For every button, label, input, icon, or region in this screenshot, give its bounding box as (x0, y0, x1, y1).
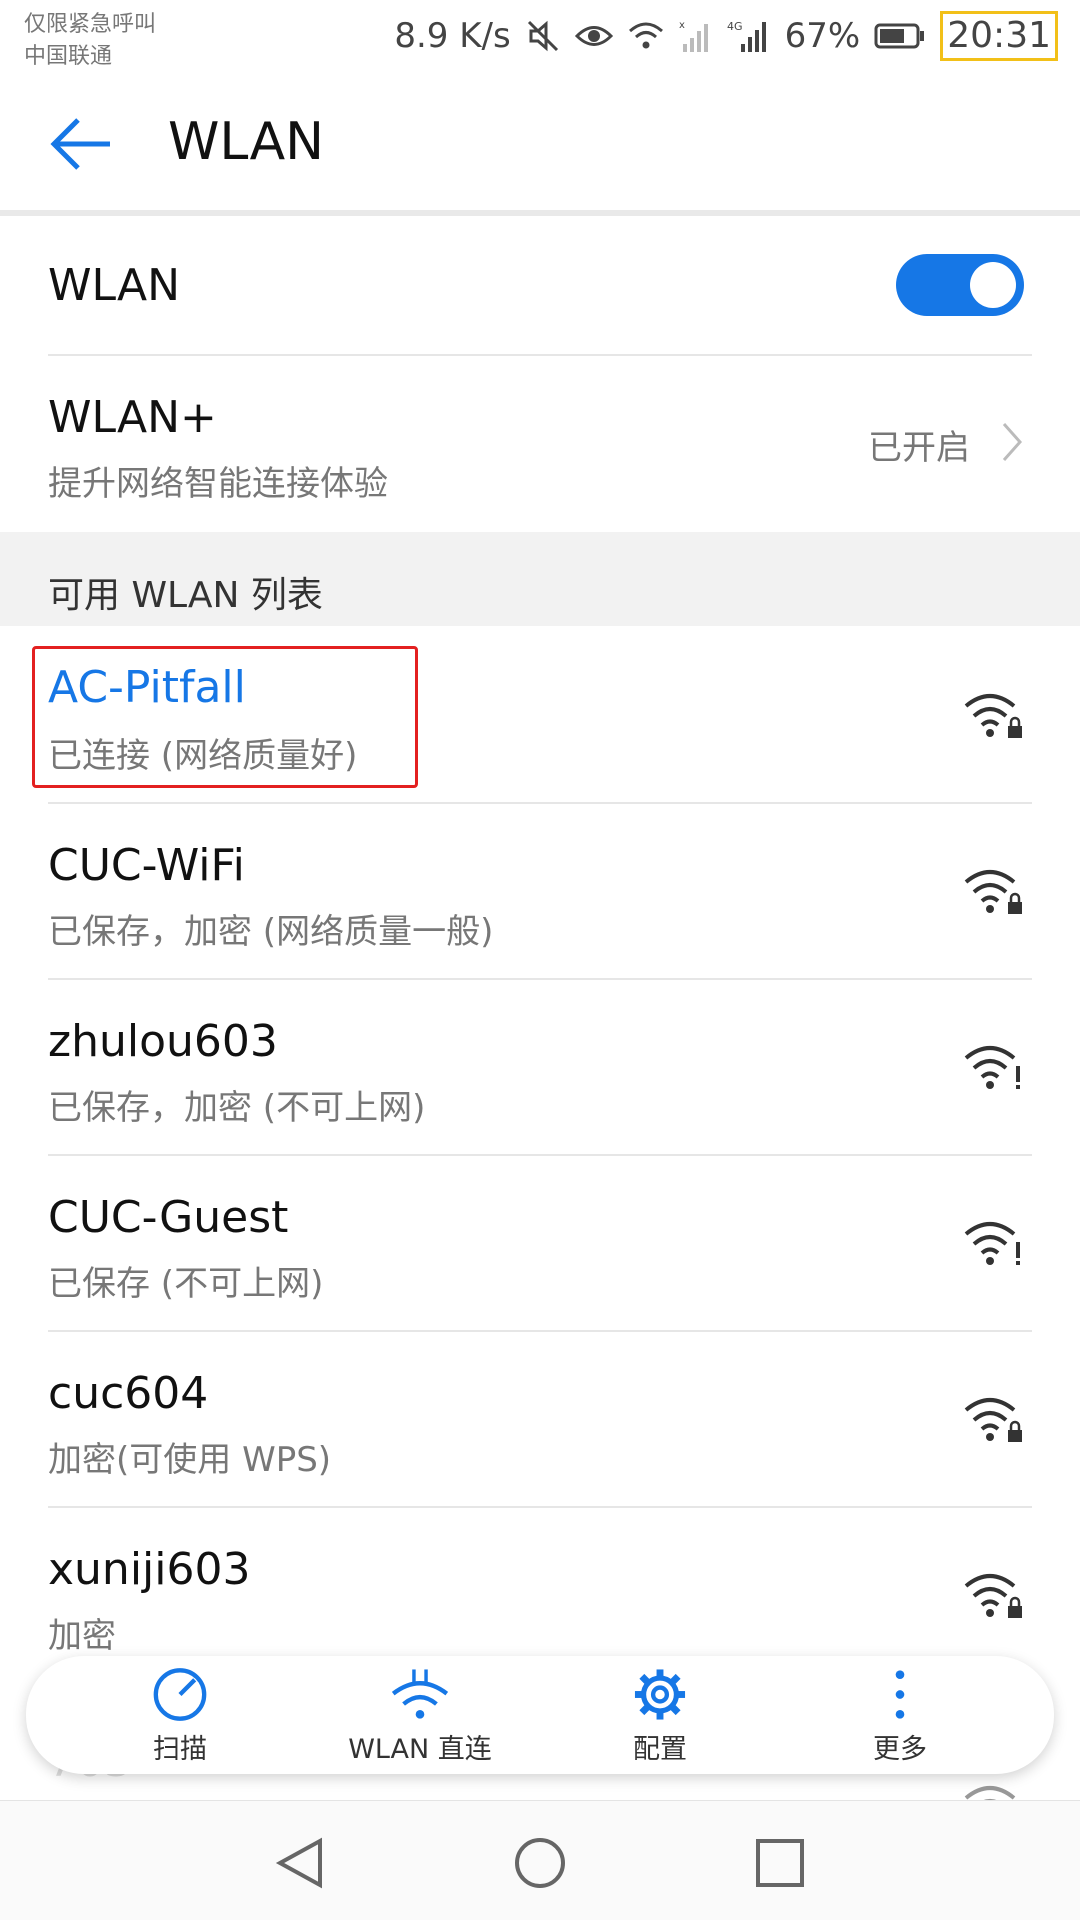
app-bar: WLAN (0, 72, 1080, 212)
network-item[interactable]: CUC-WiFi 已保存，加密 (网络质量一般) (0, 804, 1080, 978)
wlan-switch[interactable] (896, 254, 1024, 316)
switch-knob (970, 262, 1016, 308)
more-button[interactable]: 更多 (800, 1666, 1000, 1766)
network-type-label: 4G (727, 20, 743, 33)
wifi-lock-icon (962, 1568, 1026, 1622)
network-name: xuniji603 (48, 1544, 251, 1595)
square-recents-icon (756, 1839, 804, 1887)
scan-icon (153, 1668, 207, 1721)
more-vertical-icon (895, 1670, 905, 1719)
config-button[interactable]: 配置 (560, 1666, 760, 1766)
battery-percent: 67% (784, 16, 861, 56)
eye-comfort-icon (574, 21, 613, 51)
wlan-plus-subtitle: 提升网络智能连接体验 (48, 464, 388, 504)
wlan-plus-status: 已开启 (868, 428, 970, 468)
clock-time: 20:31 (940, 11, 1058, 61)
gear-icon (634, 1669, 686, 1720)
network-item[interactable]: cuc604 加密(可使用 WPS) (0, 1332, 1080, 1506)
carrier-emergency-text: 仅限紧急呼叫 (24, 12, 157, 37)
scan-label: 扫描 (153, 1734, 207, 1765)
wifi-lock-icon (962, 864, 1026, 918)
network-list: AC-Pitfall 已连接 (网络质量好) CUC-WiFi 已保存，加密 (… (0, 626, 1080, 1844)
wlan-direct-label: WLAN 直连 (348, 1734, 492, 1765)
network-item[interactable]: CUC-Guest 已保存 (不可上网) (0, 1156, 1080, 1330)
network-status: 已保存，加密 (网络质量一般) (48, 912, 494, 952)
bottom-toolbar: 扫描 WLAN 直连 配置 更多 (26, 1656, 1054, 1774)
svg-text:x: x (679, 20, 685, 31)
wifi-lock-icon (962, 1392, 1026, 1446)
battery-icon (874, 22, 926, 50)
network-name: CUC-Guest (48, 1192, 289, 1243)
wlan-toggle-label: WLAN (48, 260, 181, 311)
network-status: 已保存 (不可上网) (48, 1264, 324, 1304)
carrier-name: 中国联通 (24, 44, 113, 69)
triangle-back-icon (275, 1837, 322, 1889)
page-title: WLAN (168, 112, 325, 172)
more-label: 更多 (873, 1734, 927, 1765)
wifi-lock-icon (962, 688, 1026, 742)
system-nav-bar (0, 1800, 1080, 1920)
wifi-alert-icon (962, 1216, 1026, 1270)
wifi-direct-icon (391, 1669, 449, 1719)
network-name: CUC-WiFi (48, 840, 245, 891)
nav-back-button[interactable] (272, 1835, 328, 1895)
network-name: cuc604 (48, 1368, 209, 1419)
nav-recents-button[interactable] (752, 1835, 808, 1895)
status-bar: 仅限紧急呼叫 中国联通 8.9 K/s x 4G 67% 20:31 (0, 0, 1080, 72)
wlan-direct-button[interactable]: WLAN 直连 (320, 1666, 520, 1766)
arrow-left-icon (50, 118, 110, 170)
wlan-plus-row[interactable]: WLAN+ 提升网络智能连接体验 已开启 (0, 356, 1080, 532)
config-label: 配置 (633, 1734, 687, 1765)
wifi-status-icon (627, 20, 665, 52)
network-item[interactable]: zhulou603 已保存，加密 (不可上网) (0, 980, 1080, 1154)
status-right: 8.9 K/s x 4G 67% 20:31 (394, 11, 1058, 61)
circle-home-icon (515, 1838, 565, 1888)
signal-sim1-icon: x (679, 18, 713, 54)
chevron-right-icon (1000, 420, 1024, 468)
network-status: 加密(可使用 WPS) (48, 1440, 332, 1480)
wlan-plus-title: WLAN+ (48, 392, 217, 443)
mute-icon (525, 18, 561, 54)
section-title: 可用 WLAN 列表 (48, 575, 323, 616)
network-status: 加密 (48, 1616, 116, 1656)
nav-home-button[interactable] (512, 1835, 568, 1895)
wifi-alert-icon (962, 1040, 1026, 1094)
scan-button[interactable]: 扫描 (80, 1666, 280, 1766)
network-name: zhulou603 (48, 1016, 278, 1067)
connected-network-highlight (32, 646, 418, 788)
signal-4g-icon: 4G (727, 18, 771, 54)
network-speed: 8.9 K/s (394, 16, 511, 56)
back-button[interactable] (48, 114, 118, 174)
network-status: 已保存，加密 (不可上网) (48, 1088, 426, 1128)
